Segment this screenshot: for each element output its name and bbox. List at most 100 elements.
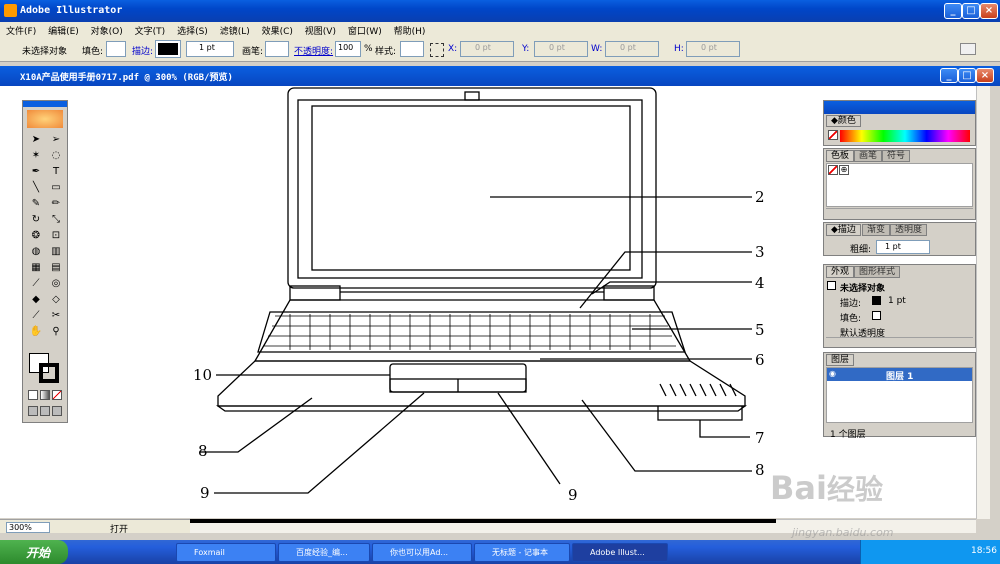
tab-gradient[interactable]: 渐变 bbox=[862, 224, 891, 236]
tab-graphic-styles[interactable]: 图形样式 bbox=[854, 266, 901, 278]
color-mode-icon[interactable] bbox=[28, 390, 38, 400]
menu-help[interactable]: 帮助(H) bbox=[394, 27, 426, 37]
zoom-tool-icon[interactable]: ⚲ bbox=[47, 325, 65, 339]
tab-stroke[interactable]: ◆描边 bbox=[826, 224, 861, 236]
menu-filter[interactable]: 滤镜(L) bbox=[220, 27, 250, 37]
stroke-color-box[interactable] bbox=[39, 363, 59, 383]
menu-view[interactable]: 视图(V) bbox=[305, 27, 336, 37]
pencil-tool-icon[interactable]: ✏ bbox=[47, 197, 65, 211]
graph-tool-icon[interactable]: ▥ bbox=[47, 245, 65, 259]
blend-tool-icon[interactable]: ◎ bbox=[47, 277, 65, 291]
x-field[interactable]: 0 pt bbox=[460, 41, 514, 57]
task-baidu-jingyan[interactable]: 百度经验_编... bbox=[278, 543, 370, 562]
swatch-none-icon[interactable] bbox=[828, 165, 838, 175]
menu-effect[interactable]: 效果(C) bbox=[262, 27, 293, 37]
tab-appearance[interactable]: 外观 bbox=[826, 266, 855, 278]
scale-tool-icon[interactable]: ⤡ bbox=[47, 213, 65, 227]
tab-swatches[interactable]: 色板 bbox=[826, 150, 855, 162]
x-label[interactable]: X: bbox=[448, 44, 457, 54]
transform-reference-icon[interactable] bbox=[430, 43, 444, 57]
task-notepad[interactable]: 无标题 - 记事本 bbox=[474, 543, 570, 562]
menu-select[interactable]: 选择(S) bbox=[177, 27, 208, 37]
lasso-tool-icon[interactable]: ◌ bbox=[47, 149, 65, 163]
start-button[interactable]: 开始 bbox=[0, 540, 68, 564]
warp-tool-icon[interactable]: ❂ bbox=[27, 229, 45, 243]
brush-select[interactable] bbox=[265, 41, 289, 57]
task-illustrator[interactable]: Adobe Illust... bbox=[572, 543, 668, 562]
gradient-tool-icon[interactable]: ▤ bbox=[47, 261, 65, 275]
color-spectrum[interactable] bbox=[840, 130, 970, 142]
task-browser[interactable]: 你也可以用Ad... bbox=[372, 543, 472, 562]
panel-menu-icon[interactable] bbox=[960, 43, 976, 55]
pen-tool-icon[interactable]: ✒ bbox=[27, 165, 45, 179]
h-label[interactable]: H: bbox=[674, 44, 684, 54]
layer-name[interactable]: 图层 1 bbox=[886, 369, 913, 382]
doc-maximize-button[interactable]: □ bbox=[958, 68, 976, 83]
y-label[interactable]: Y: bbox=[522, 44, 529, 54]
stroke-weight-input[interactable]: 1 pt bbox=[876, 240, 930, 254]
opacity-label[interactable]: 不透明度: bbox=[294, 44, 333, 57]
fill-swatch[interactable] bbox=[106, 41, 126, 57]
document-title-bar: X10A产品使用手册0717.pdf @ 300% (RGB/预览) bbox=[0, 66, 1000, 86]
screen-mode-full-menu-icon[interactable] bbox=[40, 406, 50, 416]
rotate-tool-icon[interactable]: ↻ bbox=[27, 213, 45, 227]
doc-minimize-button[interactable]: _ bbox=[940, 68, 958, 83]
line-tool-icon[interactable]: ╲ bbox=[27, 181, 45, 195]
paintbrush-tool-icon[interactable]: ✎ bbox=[27, 197, 45, 211]
illustrator-window: { "window": {"title": "Adobe Illustrator… bbox=[0, 0, 1000, 564]
clock: 18:56 bbox=[971, 546, 997, 556]
style-select[interactable] bbox=[400, 41, 424, 57]
zoom-field[interactable]: 300% bbox=[6, 522, 50, 533]
screen-mode-normal-icon[interactable] bbox=[28, 406, 38, 416]
w-field[interactable]: 0 pt bbox=[605, 41, 659, 57]
symbol-sprayer-tool-icon[interactable]: ◍ bbox=[27, 245, 45, 259]
none-mode-icon[interactable] bbox=[52, 390, 62, 400]
direct-selection-tool-icon[interactable]: ➢ bbox=[47, 133, 65, 147]
y-field[interactable]: 0 pt bbox=[534, 41, 588, 57]
color-none-icon[interactable] bbox=[828, 130, 838, 140]
type-tool-icon[interactable]: T bbox=[47, 165, 65, 179]
stroke-label[interactable]: 描边: bbox=[132, 44, 153, 57]
live-paint-selection-tool-icon[interactable]: ◇ bbox=[47, 293, 65, 307]
vertical-scrollbar[interactable] bbox=[976, 86, 990, 519]
mesh-tool-icon[interactable]: ▦ bbox=[27, 261, 45, 275]
tab-layers[interactable]: 图层 bbox=[826, 354, 855, 366]
baidu-watermark: Bai经验 bbox=[770, 469, 883, 507]
swatch-registration-icon[interactable]: ⊕ bbox=[839, 165, 849, 175]
minimize-button[interactable]: _ bbox=[944, 3, 962, 19]
maximize-button[interactable]: □ bbox=[962, 3, 980, 19]
doc-close-button[interactable]: × bbox=[976, 68, 994, 83]
appearance-panel: 外观 图形样式 未选择对象 描边: 1 pt 填色: 默认透明度 bbox=[823, 264, 976, 348]
tab-transparency[interactable]: 透明度 bbox=[890, 224, 928, 236]
menu-object[interactable]: 对象(O) bbox=[91, 27, 123, 37]
menu-window[interactable]: 窗口(W) bbox=[348, 27, 382, 37]
tab-symbols[interactable]: 符号 bbox=[882, 150, 911, 162]
menu-type[interactable]: 文字(T) bbox=[135, 27, 166, 37]
layer-visibility-icon[interactable]: ◉ bbox=[829, 369, 836, 378]
stroke-swatch[interactable] bbox=[155, 40, 181, 58]
stroke-weight-field[interactable]: 1 pt bbox=[186, 41, 234, 57]
h-field[interactable]: 0 pt bbox=[686, 41, 740, 57]
tab-brushes[interactable]: 画笔 bbox=[854, 150, 883, 162]
free-transform-tool-icon[interactable]: ⊡ bbox=[47, 229, 65, 243]
live-paint-tool-icon[interactable]: ◆ bbox=[27, 293, 45, 307]
rectangle-tool-icon[interactable]: ▭ bbox=[47, 181, 65, 195]
scissors-tool-icon[interactable]: ✂ bbox=[47, 309, 65, 323]
menu-file[interactable]: 文件(F) bbox=[6, 27, 36, 37]
screen-mode-full-icon[interactable] bbox=[52, 406, 62, 416]
hand-tool-icon[interactable]: ✋ bbox=[27, 325, 45, 339]
gradient-mode-icon[interactable] bbox=[40, 390, 50, 400]
close-button[interactable]: × bbox=[980, 3, 998, 19]
tab-color[interactable]: ◆颜色 bbox=[826, 115, 861, 127]
selection-tool-icon[interactable]: ➤ bbox=[27, 133, 45, 147]
menu-bar: 文件(F) 编辑(E) 对象(O) 文字(T) 选择(S) 滤镜(L) 效果(C… bbox=[0, 22, 1000, 38]
appearance-stroke-swatch[interactable] bbox=[872, 296, 881, 305]
eyedropper-tool-icon[interactable]: ⟋ bbox=[27, 277, 45, 291]
opacity-field[interactable]: 100 bbox=[335, 41, 361, 57]
menu-edit[interactable]: 编辑(E) bbox=[48, 27, 79, 37]
w-label[interactable]: W: bbox=[591, 44, 602, 54]
appearance-fill-swatch[interactable] bbox=[872, 311, 881, 320]
task-foxmail[interactable]: Foxmail bbox=[176, 543, 276, 562]
slice-tool-icon[interactable]: ⟋ bbox=[27, 309, 45, 323]
magic-wand-tool-icon[interactable]: ✶ bbox=[27, 149, 45, 163]
